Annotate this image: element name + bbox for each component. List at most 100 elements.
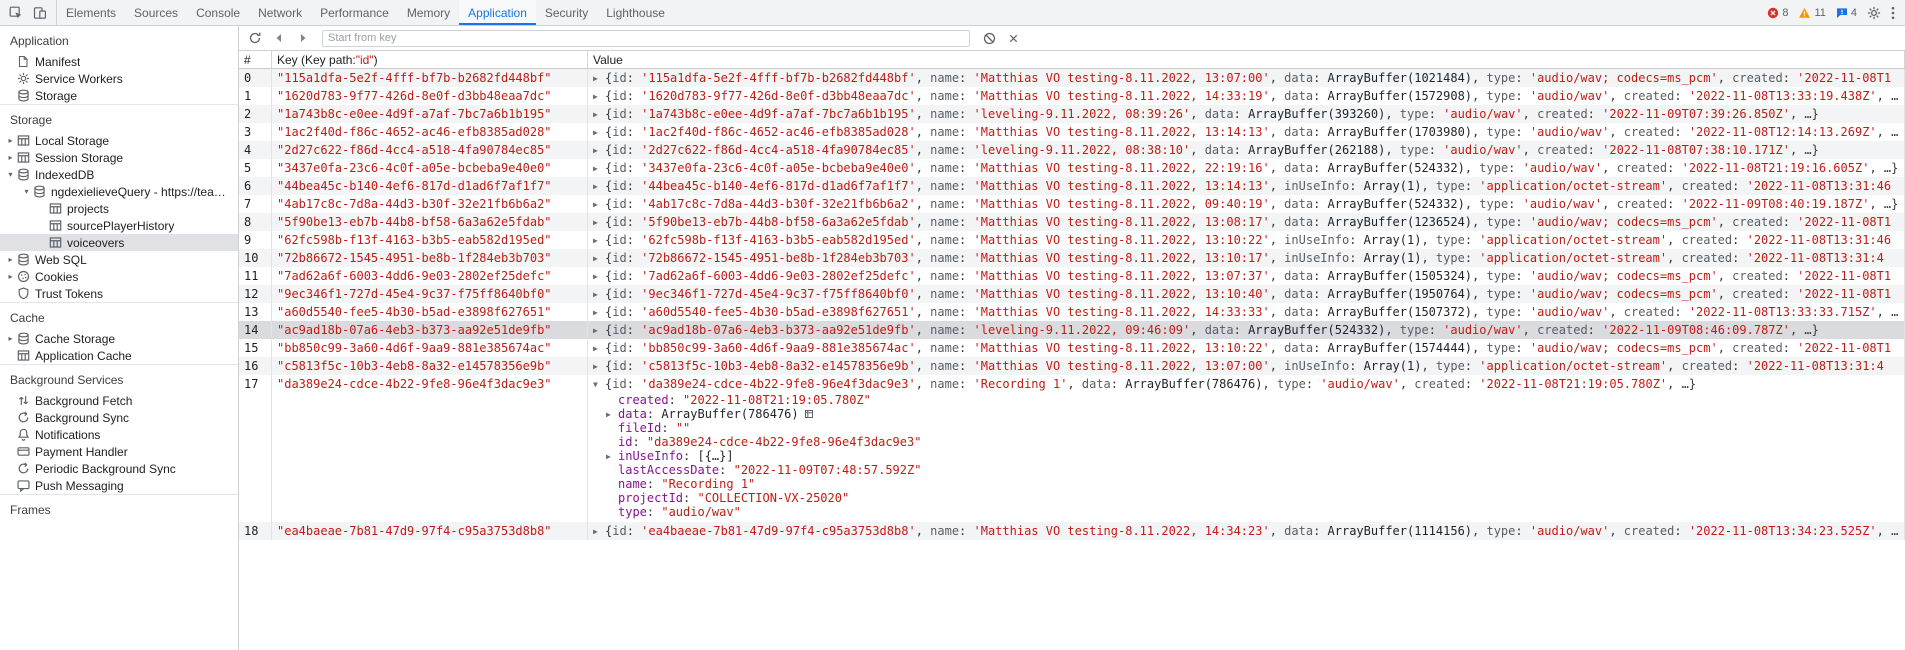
table-row[interactable]: 2"1a743b8c-e0ee-4d9f-a7af-7bc7a6b1b195"▶… xyxy=(239,105,1905,123)
tab-memory[interactable]: Memory xyxy=(398,0,459,25)
tab-application[interactable]: Application xyxy=(459,0,536,25)
settings-gear-icon[interactable] xyxy=(1865,1,1883,25)
expand-icon[interactable]: ▶ xyxy=(593,286,605,303)
table-row[interactable]: 13"a60d5540-fee5-4b30-b5ad-e3898f627651"… xyxy=(239,303,1905,321)
table-row[interactable]: 12"9ec346f1-727d-45e4-9c37-f75ff8640bf0"… xyxy=(239,285,1905,303)
table-row[interactable]: 15"bb850c99-3a60-4d6f-9aa9-881e385674ac"… xyxy=(239,339,1905,357)
delete-selected-button[interactable] xyxy=(1001,27,1025,49)
property-value: '3437e0fa-23c6-4c0f-a05e-bcbeba9e40e0' xyxy=(641,161,916,175)
table-row[interactable]: 16"c5813f5c-10b3-4eb8-8a32-e14578356e9b"… xyxy=(239,357,1905,375)
sidebar-item-trust-tokens[interactable]: Trust Tokens xyxy=(0,285,238,302)
next-page-button[interactable] xyxy=(291,27,315,49)
error-badge-icon[interactable]: 8 xyxy=(1765,1,1790,25)
expand-icon[interactable]: ▶ xyxy=(593,196,605,213)
sidebar-item-periodic-background-sync[interactable]: Periodic Background Sync xyxy=(0,460,238,477)
sidebar-item-service-workers[interactable]: Service Workers xyxy=(0,70,238,87)
tab-console[interactable]: Console xyxy=(187,0,249,25)
expand-icon[interactable]: ▶ xyxy=(606,450,618,463)
table-row[interactable]: 7"4ab17c8c-7d8a-44d3-b30f-32e21fb6b6a2"▶… xyxy=(239,195,1905,213)
expand-icon[interactable]: ▶ xyxy=(593,70,605,87)
issues-badge-icon[interactable]: 4 xyxy=(1834,1,1859,25)
sidebar-item-sourceplayerhistory[interactable]: sourcePlayerHistory xyxy=(0,217,238,234)
expand-icon[interactable]: ▶ xyxy=(593,178,605,195)
table-row[interactable]: 4"2d27c622-f86d-4cc4-a518-4fa90784ec85"▶… xyxy=(239,141,1905,159)
table-row[interactable]: 9"62fc598b-f13f-4163-b3b5-eab582d195ed"▶… xyxy=(239,231,1905,249)
sidebar-item-label: sourcePlayerHistory xyxy=(67,219,174,233)
column-header-key[interactable]: Key (Key path: "id") xyxy=(272,51,588,68)
table-row[interactable]: 8"5f90be13-eb7b-44b8-bf58-6a3a62e5fdab"▶… xyxy=(239,213,1905,231)
expand-icon[interactable]: ▸ xyxy=(5,136,16,145)
expand-icon[interactable]: ▶ xyxy=(593,250,605,267)
sidebar-item-cache-storage[interactable]: ▸Cache Storage xyxy=(0,330,238,347)
expand-icon[interactable]: ▸ xyxy=(5,153,16,162)
table-row[interactable]: 5"3437e0fa-23c6-4c0f-a05e-bcbeba9e40e0"▶… xyxy=(239,159,1905,177)
table-row[interactable]: 18"ea4baeae-7b81-47d9-97f4-c95a3753d8b8"… xyxy=(239,522,1905,540)
sidebar-item-background-fetch[interactable]: Background Fetch xyxy=(0,392,238,409)
start-from-key-input[interactable] xyxy=(322,30,970,47)
expand-icon[interactable]: ▶ xyxy=(593,523,605,540)
collapse-icon[interactable]: ▾ xyxy=(21,187,32,196)
sidebar-item-local-storage[interactable]: ▸Local Storage xyxy=(0,132,238,149)
expand-icon[interactable]: ▶ xyxy=(593,322,605,339)
property-value: 'audio/wav; codecs=ms_pcm' xyxy=(1530,269,1718,283)
sidebar-item-notifications[interactable]: Notifications xyxy=(0,426,238,443)
tab-security[interactable]: Security xyxy=(536,0,597,25)
warning-badge-icon[interactable]: 11 xyxy=(1796,1,1827,25)
sidebar-item-voiceovers[interactable]: voiceovers xyxy=(0,234,238,251)
refresh-button[interactable] xyxy=(243,27,267,49)
sidebar-item-cookies[interactable]: ▸Cookies xyxy=(0,268,238,285)
expand-icon[interactable]: ▸ xyxy=(5,334,16,343)
more-vertical-icon[interactable] xyxy=(1889,1,1897,25)
row-index: 4 xyxy=(239,141,272,159)
expand-icon[interactable]: ▸ xyxy=(5,255,16,264)
expand-icon[interactable]: ▶ xyxy=(593,142,605,159)
sidebar-item-projects[interactable]: projects xyxy=(0,200,238,217)
tab-lighthouse[interactable]: Lighthouse xyxy=(597,0,674,25)
inspect-icon[interactable] xyxy=(4,1,28,25)
column-header-value[interactable]: Value xyxy=(588,51,1905,68)
expand-icon[interactable]: ▶ xyxy=(593,124,605,141)
previous-page-button[interactable] xyxy=(267,27,291,49)
device-toolbar-icon[interactable] xyxy=(28,1,52,25)
tab-performance[interactable]: Performance xyxy=(311,0,398,25)
expand-icon[interactable]: ▶ xyxy=(593,106,605,123)
expand-icon[interactable]: ▶ xyxy=(593,340,605,357)
sidebar-item-storage[interactable]: Storage xyxy=(0,87,238,104)
expand-icon[interactable]: ▶ xyxy=(593,304,605,321)
collapse-icon[interactable]: ▾ xyxy=(5,170,16,179)
sidebar-item-session-storage[interactable]: ▸Session Storage xyxy=(0,149,238,166)
sidebar-item-indexeddb[interactable]: ▾IndexedDB xyxy=(0,166,238,183)
tab-elements[interactable]: Elements xyxy=(57,0,125,25)
expand-icon[interactable]: ▶ xyxy=(606,408,618,421)
expand-icon[interactable]: ▶ xyxy=(593,268,605,285)
sidebar-item-ngdexielievequery-https-team-vidieditor-vi[interactable]: ▾ngdexielieveQuery - https://team-vidied… xyxy=(0,183,238,200)
sidebar-item-background-sync[interactable]: Background Sync xyxy=(0,409,238,426)
tab-sources[interactable]: Sources xyxy=(125,0,187,25)
value-preview: ▶{id: '7ad62a6f-6003-4dd6-9e03-2802ef25d… xyxy=(593,267,1899,285)
sidebar-item-application-cache[interactable]: Application Cache xyxy=(0,347,238,364)
table-row[interactable]: 0"115a1dfa-5e2f-4fff-bf7b-b2682fd448bf"▶… xyxy=(239,69,1905,87)
tab-network[interactable]: Network xyxy=(249,0,311,25)
sidebar-item-manifest[interactable]: Manifest xyxy=(0,53,238,70)
memory-inspector-icon[interactable] xyxy=(804,409,814,419)
sidebar-item-payment-handler[interactable]: Payment Handler xyxy=(0,443,238,460)
table-row[interactable]: 6"44bea45c-b140-4ef6-817d-d1ad6f7af1f7"▶… xyxy=(239,177,1905,195)
column-header-index[interactable]: # xyxy=(239,51,272,68)
table-row[interactable]: 14"ac9ad18b-07a6-4eb3-b373-aa92e51de9fb"… xyxy=(239,321,1905,339)
table-row[interactable]: 1"1620d783-9f77-426d-8e0f-d3bb48eaa7dc"▶… xyxy=(239,87,1905,105)
sidebar-item-push-messaging[interactable]: Push Messaging xyxy=(0,477,238,494)
property-name: type xyxy=(1486,125,1515,139)
expand-icon[interactable]: ▶ xyxy=(593,160,605,177)
table-row[interactable]: 17"da389e24-cdce-4b22-9fe8-96e4f3dac9e3"… xyxy=(239,375,1905,522)
table-row[interactable]: 11"7ad62a6f-6003-4dd6-9e03-2802ef25defc"… xyxy=(239,267,1905,285)
expand-icon[interactable]: ▶ xyxy=(593,358,605,375)
expand-icon[interactable]: ▸ xyxy=(5,272,16,281)
expand-icon[interactable]: ▶ xyxy=(593,88,605,105)
table-row[interactable]: 3"1ac2f40d-f86c-4652-ac46-efb8385ad028"▶… xyxy=(239,123,1905,141)
expand-icon[interactable]: ▶ xyxy=(593,232,605,249)
clear-object-store-button[interactable] xyxy=(977,27,1001,49)
expand-icon[interactable]: ▶ xyxy=(593,214,605,231)
sidebar-item-web-sql[interactable]: ▸Web SQL xyxy=(0,251,238,268)
collapse-icon[interactable]: ▼ xyxy=(593,376,605,393)
table-row[interactable]: 10"72b86672-1545-4951-be8b-1f284eb3b703"… xyxy=(239,249,1905,267)
